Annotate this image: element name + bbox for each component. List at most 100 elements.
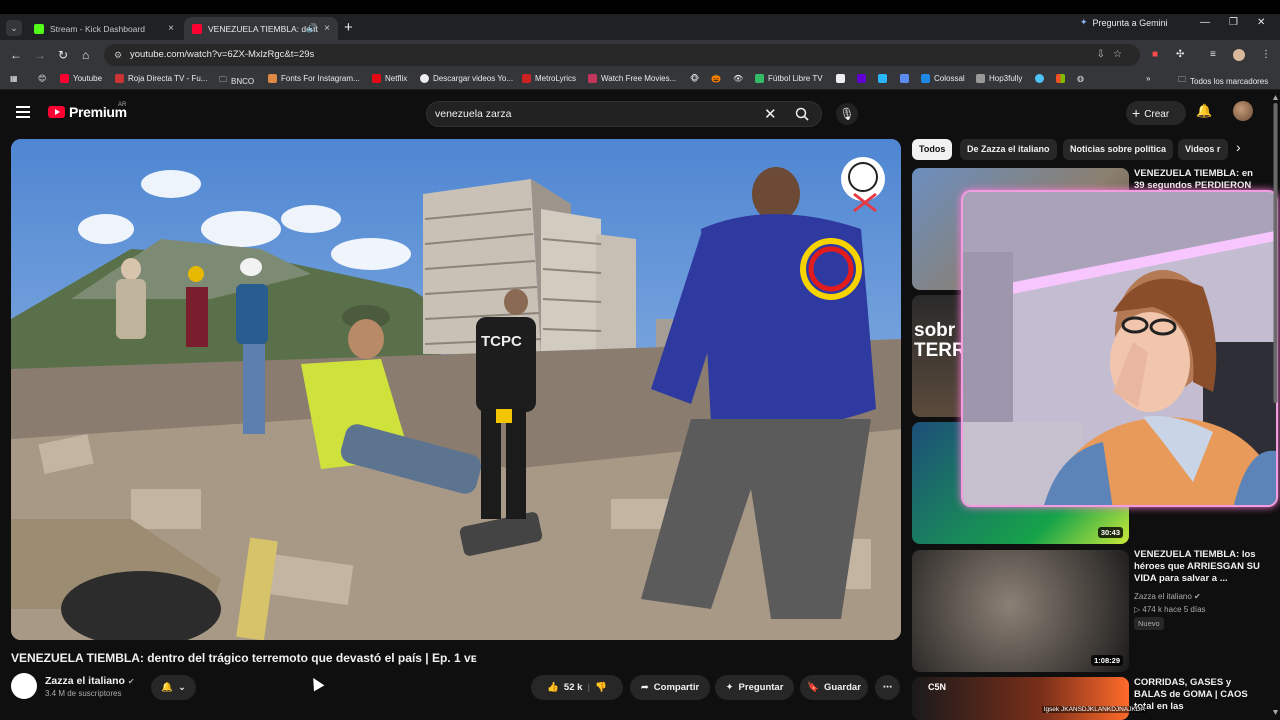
related-thumbnail-4[interactable]: 1:08:29 — [912, 550, 1129, 672]
channel-avatar[interactable] — [11, 673, 37, 699]
clear-search-icon[interactable]: ✕ — [764, 105, 777, 123]
bookmark-descargar[interactable]: Descargar videos Yo... — [420, 74, 513, 83]
hop3fully-icon — [976, 74, 985, 83]
thumbs-down-icon: 👎 — [595, 682, 607, 693]
bookmark-icon-1[interactable]: 🐵 — [690, 74, 699, 83]
chevron-right-icon[interactable]: › — [1236, 139, 1241, 155]
create-button[interactable]: + Crear — [1126, 101, 1186, 125]
chip-from-channel[interactable]: De Zazza el italiano — [960, 139, 1057, 160]
ask-button[interactable]: ✦ Preguntar — [715, 675, 794, 700]
speaker-icon[interactable]: 🔊 — [307, 23, 318, 34]
fonts-icon — [268, 74, 277, 83]
bookmark-icon-4[interactable] — [836, 74, 845, 83]
video-player[interactable]: TCPC — [11, 139, 901, 640]
close-tab-icon[interactable]: × — [324, 23, 330, 34]
bookmark-yahoo[interactable] — [857, 74, 866, 83]
bookmark-fonts[interactable]: Fonts For Instagram... — [268, 74, 360, 83]
related-channel-4[interactable]: Zazza el italiano ✔ — [1134, 591, 1201, 603]
bookmark-label: Watch Free Movies... — [601, 74, 677, 83]
notifications-bell-icon[interactable]: 🔔 — [1196, 103, 1212, 119]
bookmark-watch-free-movies[interactable]: Watch Free Movies... — [588, 74, 676, 83]
video-title: VENEZUELA TIEMBLA: dentro del trágico te… — [11, 651, 477, 665]
close-window-icon[interactable]: ✕ — [1257, 17, 1265, 28]
bookmark-icon-6[interactable] — [900, 74, 909, 83]
address-bar[interactable]: ⚙ youtube.com/watch?v=6ZX-MxlzRgc&t=29s … — [104, 44, 1140, 66]
ask-label: Preguntar — [738, 682, 784, 693]
related-thumbnail-5[interactable]: C5N — [912, 677, 1129, 720]
bookmark-icon-3[interactable]: 👁 — [733, 74, 743, 83]
reload-icon[interactable]: ↻ — [58, 48, 68, 62]
kick-icon — [34, 23, 44, 34]
all-bookmarks[interactable]: 🗀 Todos los marcadores — [1178, 74, 1268, 88]
close-tab-icon[interactable]: × — [168, 23, 174, 34]
bookmark-icon-7[interactable] — [1035, 74, 1044, 83]
address-toolbar: ← → ↻ ⌂ ⚙ youtube.com/watch?v=6ZX-MxlzRg… — [0, 40, 1280, 70]
install-and-bookmark-icons[interactable]: ⇩☆ — [1097, 44, 1130, 66]
home-icon[interactable]: ⌂ — [82, 48, 89, 62]
forward-icon[interactable]: → — [34, 48, 46, 62]
bookmark-futbol-libre[interactable]: Fútbol Libre TV — [755, 74, 823, 83]
bookmark-icon-2[interactable]: 🎃 — [711, 74, 721, 83]
account-avatar[interactable] — [1233, 101, 1253, 121]
bookmarks-bar: ▦ 😊 Youtube Roja Directa TV - Fu... 🗀 BNC… — [0, 70, 1280, 90]
apps-icon[interactable]: ▦ — [10, 74, 18, 83]
youtube-premium-logo[interactable]: Premium AR — [48, 102, 127, 120]
bookmark-roja-directa[interactable]: Roja Directa TV - Fu... — [115, 74, 207, 83]
tab-kick-dashboard[interactable]: Stream - Kick Dashboard × — [26, 17, 182, 40]
page-scrollbar[interactable] — [1273, 95, 1278, 715]
extensions-puzzle-icon[interactable]: ✣ — [1176, 49, 1184, 60]
restore-icon[interactable]: ❐ — [1229, 17, 1238, 28]
tab-label: VENEZUELA TIEMBLA: dent — [208, 23, 318, 34]
share-button[interactable]: ➦ Compartir — [630, 675, 710, 700]
subscribed-bell-button[interactable]: 🔔 ⌄ — [151, 675, 196, 700]
emoji-bookmark-icon[interactable]: 😊 — [38, 74, 46, 83]
related-title-1[interactable]: VENEZUELA TIEMBLA: en 39 segundos PERDIE… — [1134, 168, 1266, 192]
stream-overlay-text: lgsek JKANSDJKLANKDJNAJKDA — [1042, 706, 1147, 713]
search-box[interactable]: venezuela zarza ✕ — [426, 101, 822, 127]
dislike-button[interactable]: 👎 — [595, 675, 607, 700]
bookmark-icon: 🔖 — [807, 682, 819, 693]
more-bookmarks-icon[interactable]: » — [1146, 74, 1150, 83]
tab-search-button[interactable]: ⌄ — [6, 20, 22, 36]
gemini-button[interactable]: ✦ Pregunta a Gemini — [1080, 17, 1168, 28]
bookmark-icon-5[interactable] — [878, 74, 887, 83]
bookmark-label: MetroLyrics — [535, 74, 577, 83]
chip-politics-news[interactable]: Noticias sobre política — [1063, 139, 1174, 160]
search-input[interactable]: venezuela zarza — [435, 108, 511, 120]
related-title-5[interactable]: CORRIDAS, GASES y BALAS de GOMA | CAOS t… — [1134, 677, 1266, 713]
profile-avatar[interactable] — [1233, 49, 1245, 61]
back-icon[interactable]: ← — [10, 48, 22, 62]
views-icon: ▷ — [1134, 605, 1141, 614]
menu-hamburger-icon[interactable] — [16, 106, 30, 118]
chip-videos[interactable]: Videos r — [1178, 139, 1228, 160]
like-button[interactable]: 👍 52 k — [547, 675, 582, 700]
channel-name[interactable]: Zazza el italiano ✔ — [45, 675, 135, 687]
webcam-image — [963, 192, 1276, 505]
youtube-icon — [60, 74, 69, 83]
bookmark-icon-9[interactable]: ◍ — [1077, 74, 1084, 83]
search-icon[interactable] — [795, 107, 809, 121]
bookmark-netflix[interactable]: Netflix — [372, 74, 407, 83]
bookmark-youtube[interactable]: Youtube — [60, 74, 102, 83]
bookmark-bnco[interactable]: 🗀 BNCO — [219, 74, 254, 88]
tab-youtube-video[interactable]: VENEZUELA TIEMBLA: dent 🔊 × — [184, 17, 338, 40]
futbol-icon — [755, 74, 764, 83]
bookmark-hop3fully[interactable]: Hop3fully — [976, 74, 1022, 83]
voice-search-mic-icon[interactable]: 🎙 — [836, 103, 858, 125]
media-icon[interactable]: ≡ — [1210, 49, 1216, 60]
related-title-4[interactable]: VENEZUELA TIEMBLA: los héroes que ARRIES… — [1134, 549, 1266, 585]
minimize-icon[interactable]: — — [1200, 17, 1210, 28]
menu-icon[interactable]: ⋮ — [1261, 49, 1271, 60]
bookmark-favicon — [900, 74, 909, 83]
save-button[interactable]: 🔖 Guardar — [800, 675, 868, 700]
chip-all[interactable]: Todos — [912, 139, 953, 160]
bookmark-colossal[interactable]: Colossal — [921, 74, 965, 83]
bookmark-metrolyrics[interactable]: MetroLyrics — [522, 74, 576, 83]
bookmark-icon-8[interactable] — [1056, 74, 1065, 83]
more-actions-icon[interactable]: ⋯ — [875, 675, 900, 700]
new-tab-button[interactable]: + — [344, 19, 353, 36]
extension-icon[interactable]: ■ — [1152, 49, 1158, 60]
site-info-icon[interactable]: ⚙ — [114, 44, 122, 66]
microsoft-icon — [1056, 74, 1065, 83]
verified-icon: ✔ — [1194, 592, 1201, 601]
